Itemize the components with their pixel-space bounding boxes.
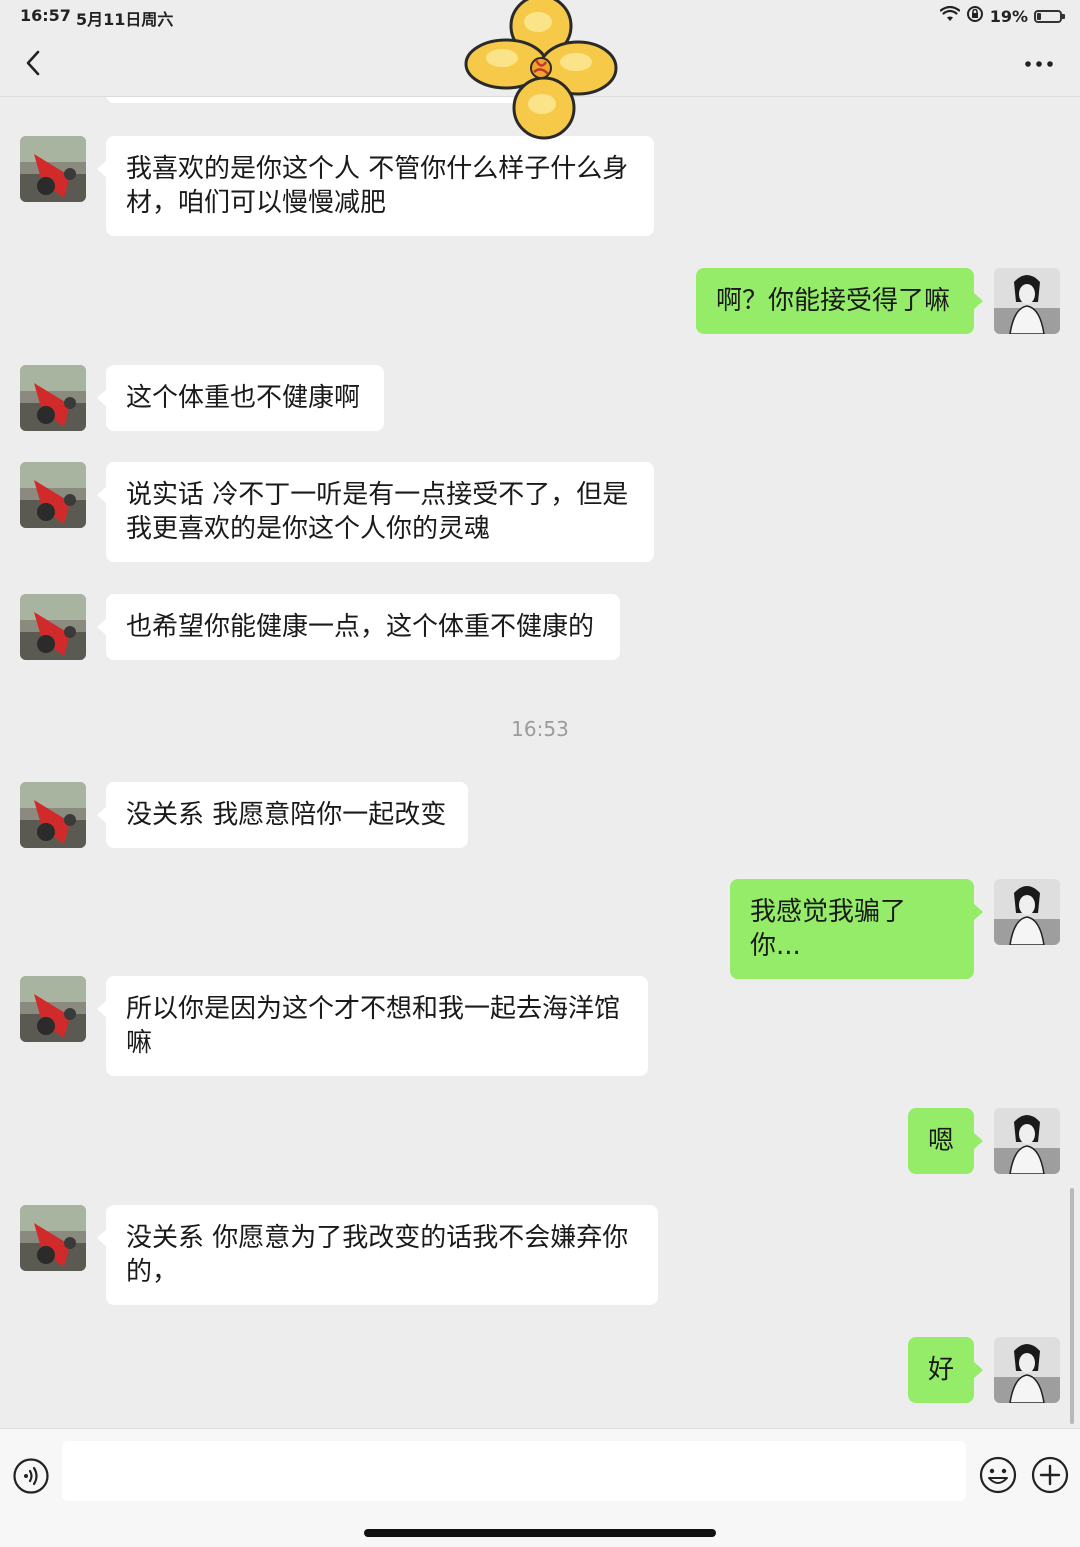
my-avatar[interactable] — [994, 1337, 1060, 1403]
flower-sticker — [458, 0, 624, 146]
timestamp-divider: 16:53 — [511, 717, 569, 741]
contact-avatar[interactable] — [20, 136, 86, 202]
wifi-icon — [939, 5, 961, 26]
voice-icon — [13, 1458, 49, 1494]
message-bubble-incoming[interactable]: 所以你是因为这个才不想和我一起去海洋馆嘛 — [97, 976, 648, 1076]
lock-rotation-icon — [966, 5, 984, 27]
my-avatar[interactable] — [994, 268, 1060, 334]
more-button[interactable] — [1024, 50, 1054, 78]
voice-button[interactable] — [12, 1457, 50, 1495]
contact-avatar[interactable] — [20, 365, 86, 431]
contact-avatar[interactable] — [20, 782, 86, 848]
plus-button[interactable] — [1030, 1455, 1070, 1495]
contact-avatar[interactable] — [20, 1205, 86, 1271]
plus-icon — [1031, 1456, 1069, 1494]
message-bubble-incoming[interactable]: 这个体重也不健康啊 — [97, 365, 384, 431]
message-input[interactable] — [62, 1441, 966, 1501]
message-bubble-outgoing[interactable]: 啊？你能接受得了嘛 — [696, 268, 983, 334]
message-bubble-incoming[interactable]: 没关系 我愿意陪你一起改变 — [97, 782, 468, 848]
contact-avatar[interactable] — [20, 462, 86, 528]
input-bar — [0, 1428, 1080, 1547]
status-right: 19% — [939, 5, 1065, 27]
message-bubble-incoming[interactable]: 我喜欢的是你这个人 不管你什么样子什么身材，咱们可以慢慢减肥 — [97, 136, 654, 236]
contact-avatar[interactable] — [20, 976, 86, 1042]
my-avatar[interactable] — [994, 879, 1060, 945]
emoji-icon — [979, 1456, 1017, 1494]
battery-percent: 19% — [989, 6, 1028, 26]
message-bubble-outgoing[interactable]: 嗯 — [908, 1108, 983, 1174]
status-time: 16:57 — [20, 6, 71, 25]
chat-scrollbar[interactable] — [1070, 1188, 1074, 1424]
battery-icon — [1034, 9, 1065, 23]
contact-avatar[interactable] — [20, 594, 86, 660]
yellow-flower-sticker-icon — [464, 0, 618, 140]
back-button[interactable] — [18, 46, 48, 80]
my-avatar[interactable] — [994, 1108, 1060, 1174]
message-bubble-outgoing[interactable]: 我感觉我骗了你... — [730, 879, 983, 979]
emoji-button[interactable] — [978, 1455, 1018, 1495]
message-bubble-outgoing[interactable]: 好 — [908, 1337, 983, 1403]
more-dots-icon — [1025, 61, 1053, 67]
message-bubble-incoming[interactable]: 没关系 你愿意为了我改变的话我不会嫌弃你的， — [97, 1205, 658, 1305]
chat-area[interactable]: 我喜欢的是你这个人 不管你什么样子什么身材，咱们可以慢慢减肥 啊？你能接受得了嘛 — [0, 97, 1080, 1427]
home-indicator[interactable] — [364, 1529, 716, 1537]
status-date: 5月11日周六 — [76, 10, 174, 29]
message-bubble-incoming[interactable]: 说实话 冷不丁一听是有一点接受不了，但是我更喜欢的是你这个人你的灵魂 — [97, 462, 654, 562]
chevron-left-icon — [26, 50, 40, 76]
message-bubble-incoming[interactable]: 也希望你能健康一点，这个体重不健康的 — [97, 594, 620, 660]
battery-level — [1037, 12, 1041, 20]
